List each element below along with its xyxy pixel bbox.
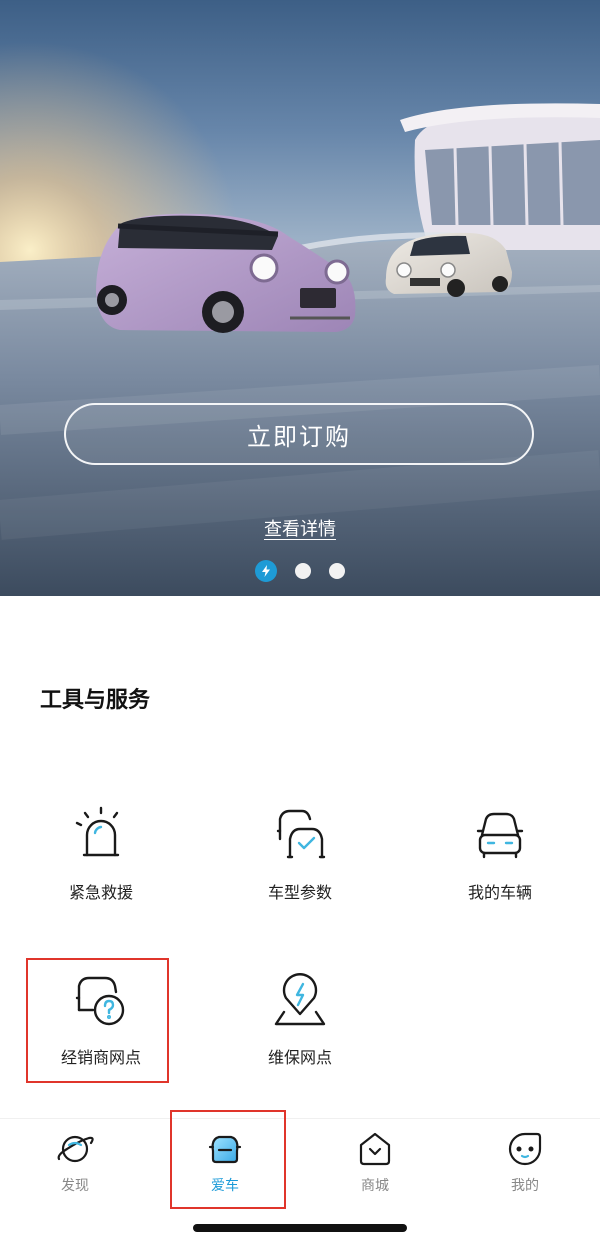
tab-label: 爱车 xyxy=(211,1178,239,1194)
tab-label: 我的 xyxy=(511,1178,539,1194)
dealer-question-icon xyxy=(75,976,125,1026)
view-details-link[interactable]: 查看详情 xyxy=(0,515,600,541)
tab-label: 商城 xyxy=(361,1178,389,1194)
tab-mall[interactable]: 商城 xyxy=(315,1129,435,1195)
tool-label: 经销商网点 xyxy=(60,1048,141,1067)
tool-label: 车型参数 xyxy=(267,883,332,902)
tab-my-car[interactable]: 爱车 xyxy=(165,1129,285,1195)
maintenance-network-item[interactable]: 维保网点 xyxy=(220,970,380,1068)
car-front-icon xyxy=(476,812,524,859)
my-vehicle-item[interactable]: 我的车辆 xyxy=(420,805,580,903)
service-location-icon xyxy=(274,973,326,1026)
carousel-dot-active[interactable] xyxy=(255,560,277,582)
shop-heart-icon xyxy=(359,1132,391,1166)
home-indicator xyxy=(193,1224,407,1232)
tool-label: 维保网点 xyxy=(267,1048,332,1067)
dealer-network-item[interactable]: 经销商网点 xyxy=(21,970,181,1068)
emergency-light-icon xyxy=(75,806,120,857)
car-models-check-icon xyxy=(276,809,326,859)
tool-label: 紧急救援 xyxy=(68,883,133,902)
hero-image xyxy=(0,0,600,596)
carousel-dot[interactable] xyxy=(295,563,311,579)
tab-discover[interactable]: 发现 xyxy=(15,1129,135,1195)
emergency-rescue-item[interactable]: 紧急救援 xyxy=(21,805,181,903)
hero-banner[interactable]: 立即订购 查看详情 xyxy=(0,0,600,596)
carousel-indicator xyxy=(255,560,345,582)
tab-profile[interactable]: 我的 xyxy=(465,1129,585,1195)
car-models-item[interactable]: 车型参数 xyxy=(220,805,380,903)
section-title: 工具与服务 xyxy=(40,688,151,713)
tab-label: 发现 xyxy=(61,1178,89,1194)
car-icon xyxy=(208,1135,242,1164)
carousel-dot[interactable] xyxy=(329,563,345,579)
order-now-button[interactable]: 立即订购 xyxy=(64,403,534,465)
bottom-tab-bar: 发现 爱车 商城 我的 xyxy=(0,1118,600,1237)
tool-label: 我的车辆 xyxy=(467,883,532,902)
planet-icon xyxy=(57,1135,94,1163)
face-icon xyxy=(508,1132,542,1166)
lightning-icon xyxy=(262,565,270,577)
